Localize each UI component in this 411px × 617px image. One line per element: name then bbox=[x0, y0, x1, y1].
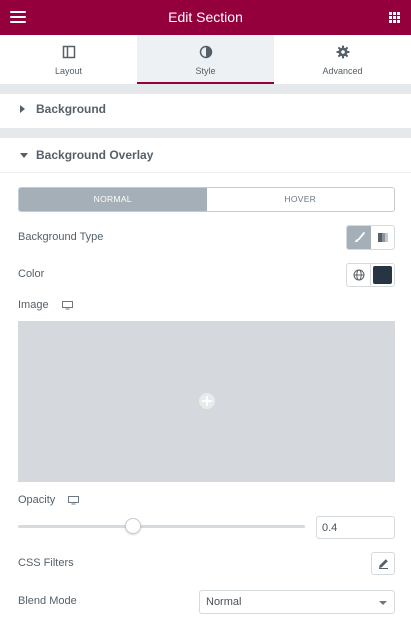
divider bbox=[0, 84, 411, 94]
blend-mode-select[interactable]: Normal bbox=[199, 590, 395, 614]
caret-down-icon bbox=[20, 153, 28, 158]
color-swatch[interactable] bbox=[371, 264, 394, 286]
divider bbox=[0, 128, 411, 138]
gradient-icon bbox=[377, 233, 388, 242]
blend-mode-label: Blend Mode bbox=[18, 595, 77, 607]
panel-title: Edit Section bbox=[168, 9, 243, 25]
section-title: Background Overlay bbox=[36, 148, 154, 162]
chevron-down-icon bbox=[379, 601, 387, 605]
divider bbox=[0, 172, 411, 173]
css-filters-edit-button[interactable] bbox=[371, 552, 395, 575]
layout-icon bbox=[62, 45, 75, 59]
caret-right-icon bbox=[20, 105, 25, 113]
tab-advanced[interactable]: Advanced bbox=[274, 35, 411, 84]
contrast-icon bbox=[199, 45, 212, 59]
blend-mode-value: Normal bbox=[206, 596, 242, 608]
grid-icon[interactable] bbox=[389, 12, 400, 23]
opacity-input[interactable] bbox=[316, 516, 395, 539]
section-background-overlay[interactable]: Background Overlay bbox=[0, 138, 411, 172]
desktop-icon[interactable] bbox=[62, 301, 73, 310]
tab-label: Advanced bbox=[322, 66, 363, 76]
image-label: Image bbox=[18, 299, 49, 311]
plus-icon bbox=[199, 393, 215, 409]
tab-label: Style bbox=[195, 66, 216, 76]
tab-layout[interactable]: Layout bbox=[0, 35, 137, 84]
opacity-slider-track[interactable] bbox=[18, 525, 305, 528]
background-type-choices bbox=[346, 225, 395, 250]
section-title: Background bbox=[36, 102, 107, 116]
tab-label: Layout bbox=[54, 66, 83, 76]
section-background[interactable]: Background bbox=[0, 94, 411, 124]
panel-header: Edit Section bbox=[0, 0, 411, 35]
opacity-label: Opacity bbox=[18, 494, 56, 506]
hover-tab[interactable]: HOVER bbox=[207, 188, 395, 211]
css-filters-label: CSS Filters bbox=[18, 557, 74, 569]
color-picker bbox=[346, 263, 395, 287]
background-type-label: Background Type bbox=[18, 231, 104, 243]
global-colors-button[interactable] bbox=[347, 264, 371, 286]
pencil-icon bbox=[379, 559, 388, 569]
normal-tab[interactable]: NORMAL bbox=[19, 188, 207, 211]
image-upload-area[interactable] bbox=[18, 321, 395, 482]
panel-tabs: Layout Style Advanced bbox=[0, 35, 411, 84]
tab-style[interactable]: Style bbox=[137, 35, 274, 84]
globe-icon bbox=[353, 269, 365, 281]
brush-icon bbox=[355, 232, 365, 243]
desktop-icon[interactable] bbox=[68, 496, 79, 505]
gradient-type-button[interactable] bbox=[371, 226, 395, 249]
gear-icon bbox=[336, 45, 349, 59]
classic-type-button[interactable] bbox=[347, 226, 371, 249]
opacity-slider-handle[interactable] bbox=[124, 518, 141, 534]
color-label: Color bbox=[18, 268, 45, 280]
state-toggle: NORMAL HOVER bbox=[18, 187, 395, 212]
